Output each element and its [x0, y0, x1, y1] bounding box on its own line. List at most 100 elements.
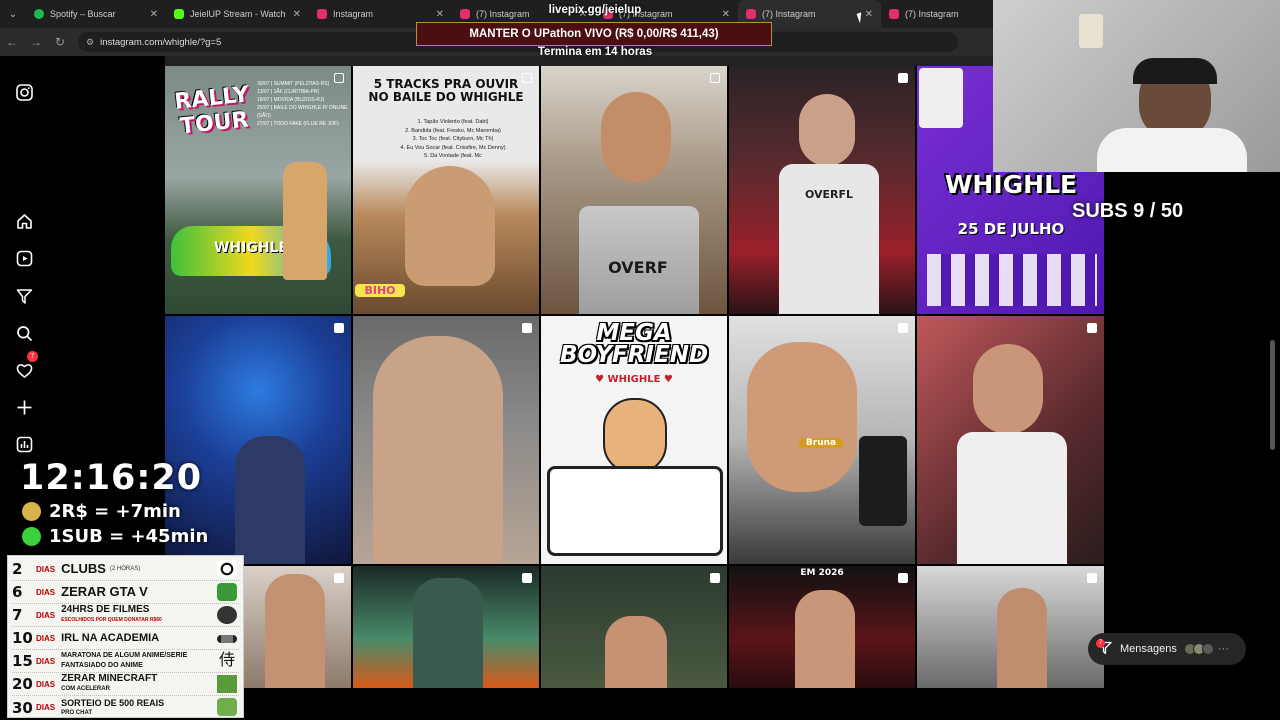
user-tag: Bruna [799, 438, 843, 448]
carousel-icon [522, 73, 532, 83]
instagram-icon [746, 9, 756, 19]
cartoon-car [547, 466, 723, 556]
goal-item: 10 DIAS IRL NA ACADEMIA [12, 627, 239, 650]
post-subtitle: ♥ WHIGHLE ♥ [595, 374, 673, 385]
post-caption: EM 2026 [800, 568, 844, 578]
post-dj-booth[interactable] [917, 566, 1104, 688]
donation-rate: 2R$ = +7min [22, 501, 181, 522]
money-bag-icon [22, 502, 41, 521]
post-grid: RALLY TOUR 30/07 | SUMMIT (PELOTAS-RS) 13… [165, 66, 1104, 688]
person-photo [795, 590, 855, 688]
instagram-icon [460, 9, 470, 19]
post-title: RALLY TOUR [173, 82, 251, 140]
cartoon-person [283, 162, 327, 280]
reel-icon [334, 573, 344, 583]
more-icon: ··· [1217, 643, 1229, 655]
jersey: OVERFL [779, 164, 879, 314]
gta-logo-icon [217, 583, 237, 601]
goal-item: 15 DIAS MARATONA DE ALGUM ANIME/SERIE FANT… [12, 650, 239, 673]
goal-item: 6 DIAS ZERAR GTA V [12, 581, 239, 604]
post-airplane-selfie[interactable]: OVERF [541, 66, 727, 314]
post-title: WHIGHLE [944, 170, 1078, 199]
goal-item: 30 DIAS SORTEIO DE 500 REAIS PRO CHAT [12, 696, 239, 719]
livepix-url: livepix.gg/jeielup [548, 4, 642, 16]
create-icon[interactable] [16, 399, 33, 416]
sub-rate: 1SUB = +45min [22, 526, 208, 547]
post-5-tracks[interactable]: 5 TRACKS PRA OUVIR NO BAILE DO WHIGHLE 1… [353, 66, 539, 314]
post-bottle[interactable] [541, 566, 727, 688]
subathon-timer: 12:16:20 [20, 458, 203, 498]
post-red-stage[interactable]: OVERFL [729, 66, 915, 314]
spotify-icon [34, 9, 44, 19]
person-photo [265, 574, 325, 688]
url-text: instagram.com/whighle/?g=5 [100, 36, 222, 48]
dashboard-icon[interactable] [16, 436, 33, 453]
home-icon[interactable] [16, 213, 33, 230]
jersey: OVERF [579, 206, 699, 314]
subs-goal: SUBS 9 / 50 [1072, 200, 1184, 222]
post-mega-boyfriend[interactable]: MEGA BOYFRIEND ♥ WHIGHLE ♥ [541, 316, 727, 564]
messenger-icon[interactable] [16, 288, 33, 305]
webcam-feed [993, 0, 1280, 172]
reel-icon [710, 573, 720, 583]
sticker-tag: BIHO [355, 284, 405, 297]
wall-sticker [1079, 14, 1103, 48]
close-icon[interactable]: ✕ [293, 9, 301, 20]
reels-icon[interactable] [16, 250, 33, 267]
heart-icon[interactable] [16, 362, 33, 379]
tab-search-button[interactable]: ⌄ [0, 0, 26, 28]
post-rally-tour[interactable]: RALLY TOUR 30/07 | SUMMIT (PELOTAS-RS) 13… [165, 66, 351, 314]
minecraft-block-icon [217, 675, 237, 693]
dumbbell-icon [217, 635, 237, 643]
site-info-icon[interactable]: ⚙ [86, 37, 94, 48]
upathon-banner: MANTER O UPathon VIVO (R$ 0,00/R$ 411,43… [416, 22, 772, 46]
messages-label: Mensagens [1120, 643, 1177, 655]
person-photo [413, 578, 483, 688]
goal-item: 7 DIAS 24HRS DE FILMES ESCOLHIDOS POR QUEM… [12, 604, 239, 627]
cartoon-person [603, 398, 667, 474]
person-photo [605, 616, 667, 688]
scrollbar[interactable] [1270, 340, 1275, 450]
back-icon[interactable]: ← [0, 35, 24, 49]
reel-icon [1087, 573, 1097, 583]
post-selfie-bruna[interactable]: Bruna [729, 316, 915, 564]
tour-dates: 30/07 | SUMMIT (PELOTAS-RS) 13/07 | 1Ã€ (… [257, 81, 348, 127]
reel-icon [334, 323, 344, 333]
person-photo [997, 588, 1047, 688]
tab-instagram-5[interactable]: (7) Instagram [881, 0, 993, 28]
post-stage-fire[interactable] [353, 566, 539, 688]
carousel-icon [334, 73, 344, 83]
speaker-graphic [919, 68, 963, 128]
goal-item: 20 DIAS ZERAR MINECRAFT COM ACELERAR [12, 673, 239, 696]
search-icon[interactable] [16, 325, 33, 342]
samurai-kanji-icon: 侍 [218, 652, 235, 669]
speaker-graphic [859, 436, 907, 526]
reel-icon [1087, 323, 1097, 333]
post-neck-tattoo[interactable] [353, 316, 539, 564]
reel-icon [710, 73, 720, 83]
track-list: 1. Tapão Violento (feat. Dabi) 2. Bandida… [400, 119, 506, 159]
notification-badge: 7 [27, 351, 38, 362]
avatar [1201, 643, 1214, 655]
close-icon[interactable]: ✕ [436, 9, 444, 20]
reload-icon[interactable]: ↻ [48, 35, 72, 49]
close-icon[interactable]: ✕ [150, 9, 158, 20]
film-reel-icon [217, 606, 237, 624]
soccer-ball-icon [217, 560, 237, 578]
cash-icon [217, 698, 237, 716]
forward-icon[interactable]: → [24, 35, 48, 49]
person-photo [799, 94, 855, 166]
post-title: 5 TRACKS PRA OUVIR NO BAILE DO WHIGHLE [368, 77, 524, 104]
post-mic-singing[interactable] [917, 316, 1104, 564]
tab-kick[interactable]: JeielUP Stream - Watch ✕ [166, 0, 309, 28]
person-photo [235, 436, 305, 564]
messages-button[interactable]: 7 Mensagens ··· [1088, 633, 1246, 665]
post-2026[interactable]: EM 2026 [729, 566, 915, 688]
person-photo [373, 336, 503, 564]
reel-icon [898, 323, 908, 333]
instagram-logo-icon[interactable] [16, 84, 33, 101]
person-photo [973, 344, 1043, 434]
reel-icon [898, 73, 908, 83]
tab-spotify[interactable]: Spotify – Buscar ✕ [26, 0, 166, 28]
close-icon[interactable]: ✕ [722, 9, 730, 20]
